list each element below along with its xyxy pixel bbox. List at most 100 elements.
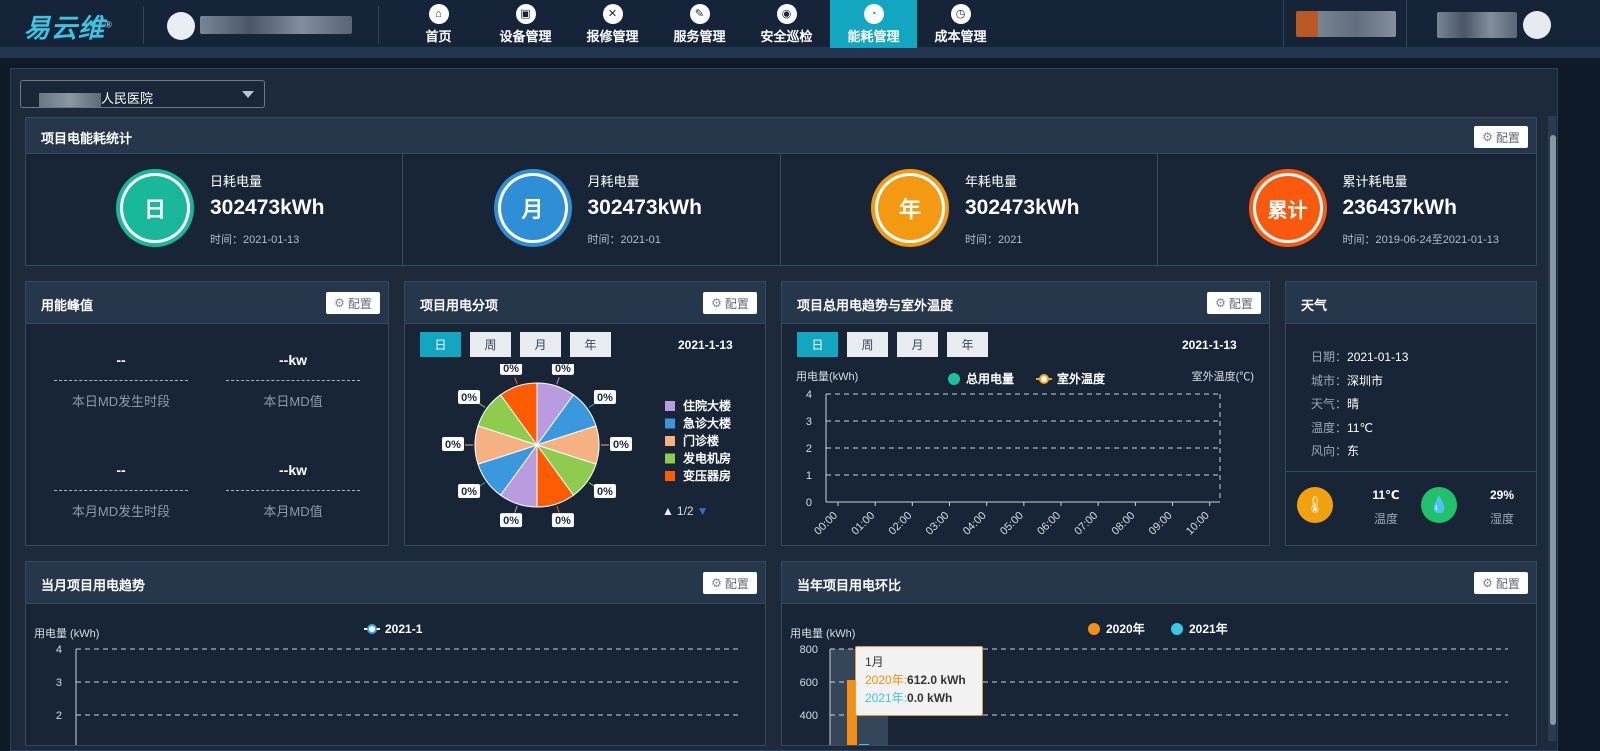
humidity-value: 29% — [1489, 488, 1515, 502]
tab-0[interactable]: 日 — [797, 332, 838, 357]
x-tick-label: 08:00 — [1110, 510, 1138, 538]
tab-3[interactable]: 年 — [570, 332, 611, 357]
legend-label[interactable]: 变压器房 — [683, 468, 731, 483]
legend-label[interactable]: 2020年 — [1106, 621, 1145, 636]
legend-marker — [1039, 374, 1049, 384]
panel-header: 项目电能耗统计 ⚙ 配置 — [26, 118, 1536, 154]
nav-label: 能耗管理 — [847, 28, 900, 44]
thermometer-icon: 🌡 — [1297, 487, 1333, 523]
pie-data-label: 0% — [555, 364, 571, 375]
nav-item-3[interactable]: ✎ 服务管理 — [656, 0, 743, 48]
pager-up-icon[interactable]: ▲ — [662, 504, 674, 518]
pie-label-line — [478, 402, 486, 408]
pie-data-label: 0% — [461, 392, 477, 404]
legend-label[interactable]: 室外温度 — [1057, 371, 1106, 386]
pie-data-label: 0% — [503, 515, 519, 527]
bar-2021[interactable] — [859, 744, 869, 745]
date-label: 2021-1-13 — [1182, 338, 1237, 352]
pie-label-line — [556, 505, 560, 513]
x-tick-label: 05:00 — [998, 510, 1026, 538]
scrollbar-thumb[interactable] — [1550, 135, 1556, 725]
legend-label[interactable]: 门诊楼 — [683, 433, 719, 448]
chart-tooltip: 1月 2020年:612.0 kWh 2021年:0.0 kWh — [855, 646, 983, 716]
legend-swatch — [665, 418, 675, 429]
legend-label[interactable]: 急诊大楼 — [683, 416, 731, 431]
config-button[interactable]: ⚙ 配置 — [326, 292, 380, 314]
y-tick-label: 3 — [56, 677, 62, 689]
legend-swatch — [665, 401, 675, 411]
energy-pie-icon: ◔ — [863, 3, 884, 24]
nav-label: 安全巡检 — [760, 28, 813, 44]
stat-label: 月耗电量 — [587, 174, 640, 189]
energy-stats-panel: 项目电能耗统计 ⚙ 配置 日 日耗电量 302473kWh 时间：2021-01-13 月… — [25, 117, 1537, 266]
pie-data-label: 0% — [597, 486, 613, 498]
tab-3[interactable]: 年 — [947, 332, 988, 357]
tab-1[interactable]: 周 — [847, 332, 888, 357]
pie-label-line — [588, 402, 596, 408]
app-logo[interactable]: 易云维® — [24, 8, 113, 45]
peak-label: 本日MD值 — [263, 394, 323, 409]
nav-item-2[interactable]: ✕ 报修管理 — [569, 0, 656, 48]
tab-1[interactable]: 周 — [470, 332, 511, 357]
x-tick-label: 07:00 — [1072, 510, 1100, 538]
tab-0[interactable]: 日 — [420, 332, 461, 357]
stat-card: 月月耗电量 302473kWh 时间：2021-01 — [404, 154, 781, 266]
y-tick-label: 600 — [800, 677, 818, 689]
peak-value: --kw — [279, 462, 307, 478]
project-select-value: 人民医院 — [101, 91, 154, 106]
divider — [54, 490, 188, 491]
weather-row: 温度：11℃ — [1311, 420, 1373, 435]
peak-cell: --kw 本月MD值 — [226, 462, 360, 520]
panel-header: 用能峰值 ⚙ 配置 — [26, 282, 388, 324]
peak-value: -- — [116, 352, 126, 368]
stat-card: 日 日耗电量 302473kWh 时间：2021-01-13 — [26, 154, 403, 266]
month-line-chart: 用电量 (kWh) 2021-1 4 3 2 — [34, 622, 738, 745]
notification-zone[interactable] — [1283, 0, 1407, 48]
nav-item-0[interactable]: ⌂ 首页 — [395, 0, 482, 48]
legend-label[interactable]: 发电机房 — [682, 451, 731, 466]
nav-item-5[interactable]: ◔ 能耗管理 — [830, 0, 917, 48]
user-avatar[interactable] — [1523, 11, 1551, 39]
config-button[interactable]: ⚙ 配置 — [1474, 572, 1528, 594]
nav-label: 服务管理 — [673, 28, 726, 44]
nav-item-4[interactable]: ◉ 安全巡检 — [743, 0, 830, 48]
legend-swatch — [665, 471, 675, 481]
tab-2[interactable]: 月 — [897, 332, 938, 357]
legend-label[interactable]: 总用电量 — [966, 371, 1014, 386]
pager-down-icon[interactable]: ▼ — [697, 504, 709, 518]
blurred-username — [1437, 12, 1517, 38]
legend-label[interactable]: 2021年 — [1189, 621, 1228, 636]
stat-time: 时间：2021-01-13 — [210, 234, 300, 246]
x-tick-label: 03:00 — [924, 510, 952, 538]
tooltip-title: 1月 — [865, 655, 884, 669]
nav-item-6[interactable]: ◷ 成本管理 — [917, 0, 1004, 48]
tab-2[interactable]: 月 — [520, 332, 561, 357]
stat-ring-icon: 累计 — [1248, 169, 1327, 247]
panel-title: 天气 — [1301, 298, 1328, 313]
legend-label[interactable]: 住院大楼 — [683, 398, 731, 413]
nav-item-1[interactable]: ▣ 设备管理 — [482, 0, 569, 48]
temperature-value: 11℃ — [1372, 488, 1400, 502]
config-button[interactable]: ⚙ 配置 — [1207, 292, 1261, 314]
project-select[interactable]: 人民医院 — [20, 80, 265, 108]
y-axis-label: 用电量 (kWh) — [790, 627, 855, 640]
config-button[interactable]: ⚙ 配置 — [703, 572, 757, 594]
panel-header: 当月项目用电趋势 ⚙ 配置 — [26, 562, 765, 604]
divider — [1286, 471, 1536, 472]
config-button[interactable]: ⚙ 配置 — [703, 292, 757, 314]
divider — [54, 380, 188, 381]
panel-header: 天气 — [1286, 282, 1536, 324]
legend-label[interactable]: 2021-1 — [385, 622, 423, 636]
x-tick-label: 02:00 — [887, 510, 915, 538]
split-panel: 项目用电分项 ⚙ 配置 日周月年 2021-1-13 0% 0% 0% 0% 0% 0% 0%… — [404, 281, 766, 546]
panel-title: 当月项目用电趋势 — [41, 578, 146, 593]
divider — [143, 6, 144, 44]
peak-panel: 用能峰值 ⚙ 配置 -- 本日MD发生时段 --kw 本日MD值 -- 本月MD发… — [25, 281, 389, 546]
device-icon: ▣ — [515, 3, 536, 24]
trend-line-chart: 用电量(kWh) 室外温度(℃) 总用电量 室外温度 0 1 2 3 4 00:00 01:00 02… — [796, 369, 1254, 538]
config-button[interactable]: ⚙ 配置 — [1474, 126, 1528, 148]
gear-icon: ⚙ — [1482, 576, 1493, 590]
panel-title: 项目总用电趋势与室外温度 — [797, 298, 954, 313]
divider — [226, 490, 360, 491]
divider — [378, 6, 379, 44]
